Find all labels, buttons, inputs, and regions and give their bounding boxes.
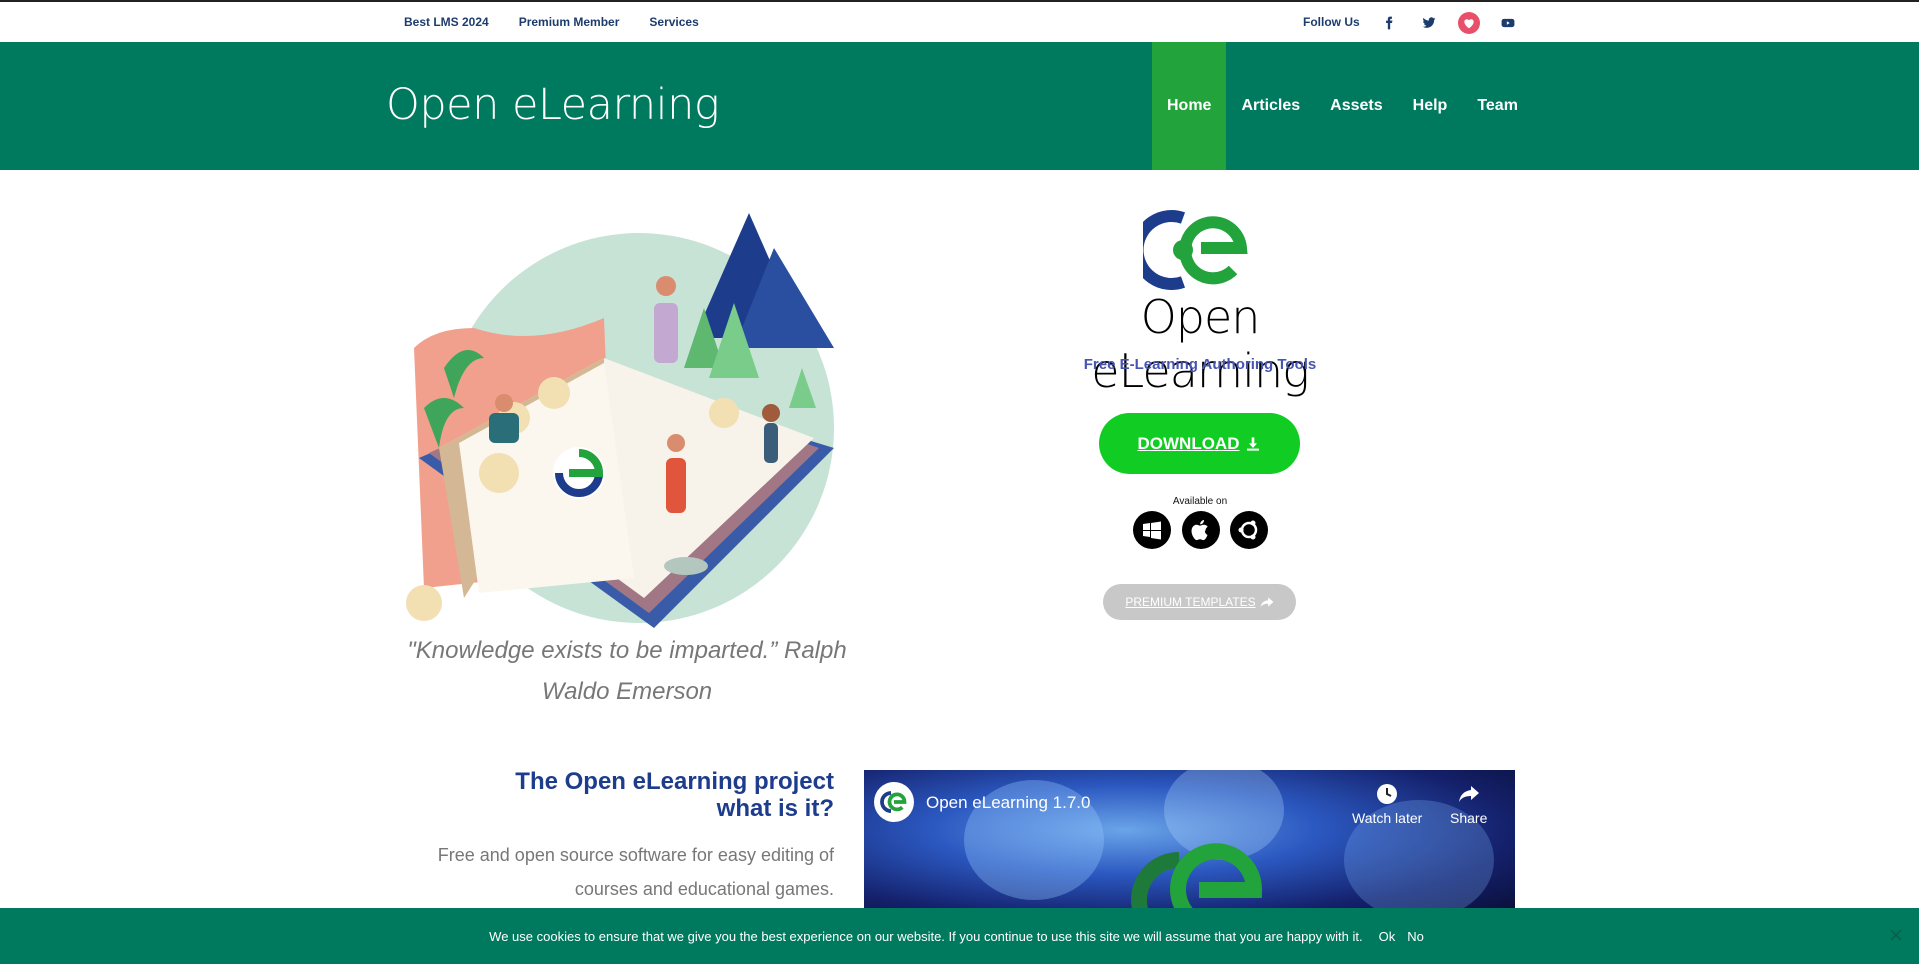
cookie-ok-button[interactable]: Ok (1379, 929, 1396, 944)
brand-tagline: Free E-Learning Authoring Tools (1083, 356, 1317, 373)
project-title-line2: what is it? (716, 795, 834, 822)
premium-templates-button[interactable]: PREMIUM TEMPLATES (1103, 584, 1296, 620)
project-title: The Open eLearning project what is it? (404, 768, 834, 822)
top-link-best-lms[interactable]: Best LMS 2024 (404, 15, 489, 29)
top-bar: Best LMS 2024 Premium Member Services Fo… (0, 0, 1919, 42)
windows-icon[interactable] (1133, 511, 1171, 549)
site-logo[interactable]: Open eLearning (386, 80, 720, 130)
facebook-icon[interactable] (1378, 12, 1400, 34)
share-icon (1458, 786, 1479, 802)
main-nav: Home Articles Assets Help Team (1152, 42, 1533, 170)
nav-help[interactable]: Help (1398, 42, 1463, 170)
nav-articles[interactable]: Articles (1226, 42, 1315, 170)
heart-icon[interactable] (1458, 12, 1480, 34)
available-on-label: Available on (1172, 496, 1228, 507)
youtube-icon[interactable] (1497, 12, 1519, 34)
watch-later-label: Watch later (1352, 810, 1423, 826)
project-title-line1: The Open eLearning project (515, 768, 834, 795)
brand-logo-icon (1143, 210, 1248, 290)
cookie-message: We use cookies to ensure that we give yo… (489, 928, 1363, 944)
close-icon[interactable] (1889, 928, 1903, 942)
download-icon (1247, 436, 1260, 451)
top-link-services[interactable]: Services (649, 15, 698, 29)
top-link-premium-member[interactable]: Premium Member (519, 15, 620, 29)
premium-templates-label: PREMIUM TEMPLATES (1125, 595, 1256, 609)
share-label: Share (1450, 810, 1488, 826)
download-label: DOWNLOAD (1137, 433, 1240, 453)
video-title[interactable]: Open eLearning 1.7.0 (926, 793, 1090, 813)
clock-icon (1377, 784, 1398, 804)
hero-illustration (406, 213, 834, 628)
project-description: Free and open source software for easy e… (437, 845, 834, 899)
site-header: Open eLearning Home Articles Assets Help… (0, 42, 1919, 170)
apple-icon[interactable] (1182, 511, 1220, 549)
video-embed[interactable]: Open eLearning 1.7.0 Watch later Share (864, 770, 1515, 920)
brand-name: Open eLearning (1091, 290, 1309, 398)
nav-home[interactable]: Home (1152, 42, 1227, 170)
share-button[interactable]: Share (1450, 782, 1487, 826)
hero-quote: "Knowledge exists to be imparted.” Ralph… (407, 637, 847, 705)
nav-team[interactable]: Team (1462, 42, 1533, 170)
channel-avatar[interactable] (874, 782, 914, 822)
watch-later-button[interactable]: Watch later (1352, 782, 1422, 826)
ubuntu-icon[interactable] (1230, 511, 1268, 549)
nav-assets[interactable]: Assets (1315, 42, 1397, 170)
follow-us-label: Follow Us (1303, 15, 1360, 29)
share-arrow-icon (1260, 597, 1274, 608)
cookie-no-button[interactable]: No (1407, 929, 1424, 944)
twitter-icon[interactable] (1418, 12, 1440, 34)
top-links: Best LMS 2024 Premium Member Services (404, 15, 699, 29)
download-button[interactable]: DOWNLOAD (1099, 413, 1300, 474)
cookie-banner: We use cookies to ensure that we give yo… (0, 908, 1919, 964)
